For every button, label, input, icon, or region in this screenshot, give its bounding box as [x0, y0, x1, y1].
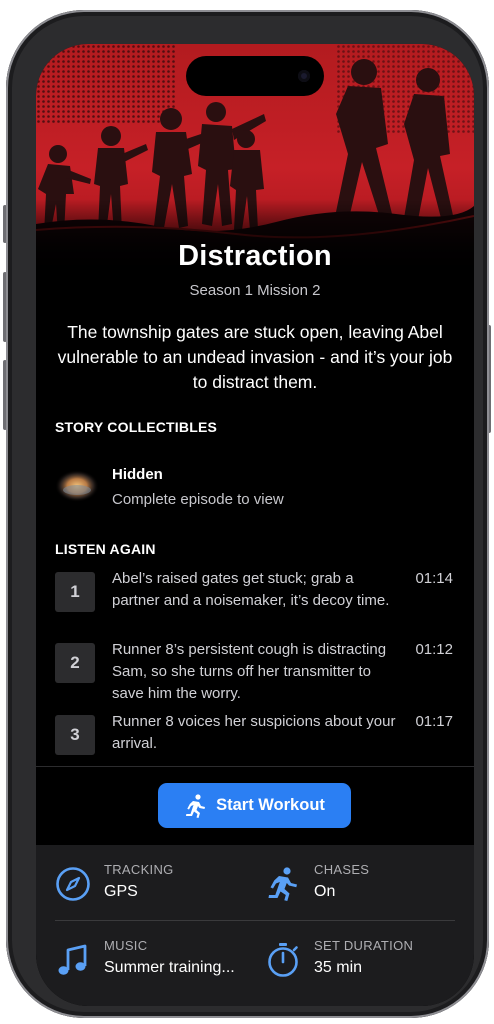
music-note-icon — [58, 944, 87, 975]
clip-number: 2 — [55, 643, 95, 683]
setting-value: 35 min — [314, 959, 363, 976]
episode-subtitle: Season 1 Mission 2 — [189, 282, 321, 299]
phone-frame: Distraction Season 1 Mission 2 The towns… — [6, 10, 489, 1018]
clip-number: 1 — [55, 572, 95, 612]
setting-label: CHASES — [314, 862, 370, 877]
listen-again-header: LISTEN AGAIN — [55, 541, 156, 557]
clip-description: Runner 8’s persistent cough is distracti… — [112, 641, 387, 702]
setting-chases[interactable]: CHASES On — [265, 862, 465, 912]
start-workout-label: Start Workout — [216, 796, 325, 814]
clip-number: 3 — [55, 715, 95, 755]
front-camera — [298, 70, 310, 82]
content-divider — [36, 766, 474, 767]
story-collectibles-header: STORY COLLECTIBLES — [55, 419, 218, 435]
collectible-subtitle: Complete episode to view — [112, 491, 284, 508]
compass-icon — [56, 867, 90, 901]
setting-music[interactable]: MUSIC Summer training... — [55, 938, 255, 988]
running-person-icon — [268, 867, 297, 901]
setting-value: GPS — [104, 883, 138, 900]
episode-description: The township gates are stuck open, leavi… — [57, 322, 453, 392]
stopwatch-icon — [268, 943, 298, 977]
clip-description: Abel’s raised gates get stuck; grab a pa… — [112, 570, 390, 609]
setting-tracking[interactable]: TRACKING GPS — [55, 862, 255, 912]
setting-label: MUSIC — [104, 938, 148, 953]
settings-divider — [55, 920, 455, 921]
start-workout-button[interactable]: Start Workout — [158, 783, 351, 828]
episode-title: Distraction — [178, 240, 332, 272]
workout-settings-panel: TRACKING GPS CHASES On MUSIC Summer trai… — [36, 845, 474, 1006]
app-screen: Distraction Season 1 Mission 2 The towns… — [36, 44, 474, 1006]
clip-description: Runner 8 voices her suspicions about you… — [112, 713, 396, 752]
clip-duration: 01:17 — [415, 713, 453, 730]
setting-label: TRACKING — [104, 862, 174, 877]
setting-duration[interactable]: SET DURATION 35 min — [265, 938, 465, 988]
setting-value: On — [314, 883, 336, 900]
clip-duration: 01:14 — [415, 570, 453, 587]
running-person-icon — [186, 793, 206, 818]
setting-label: SET DURATION — [314, 938, 414, 953]
clip-duration: 01:12 — [415, 641, 453, 658]
setting-value: Summer training... — [104, 959, 235, 976]
collectible-title: Hidden — [112, 466, 163, 483]
hidden-collectible-icon — [55, 470, 99, 502]
dynamic-island — [186, 56, 324, 96]
